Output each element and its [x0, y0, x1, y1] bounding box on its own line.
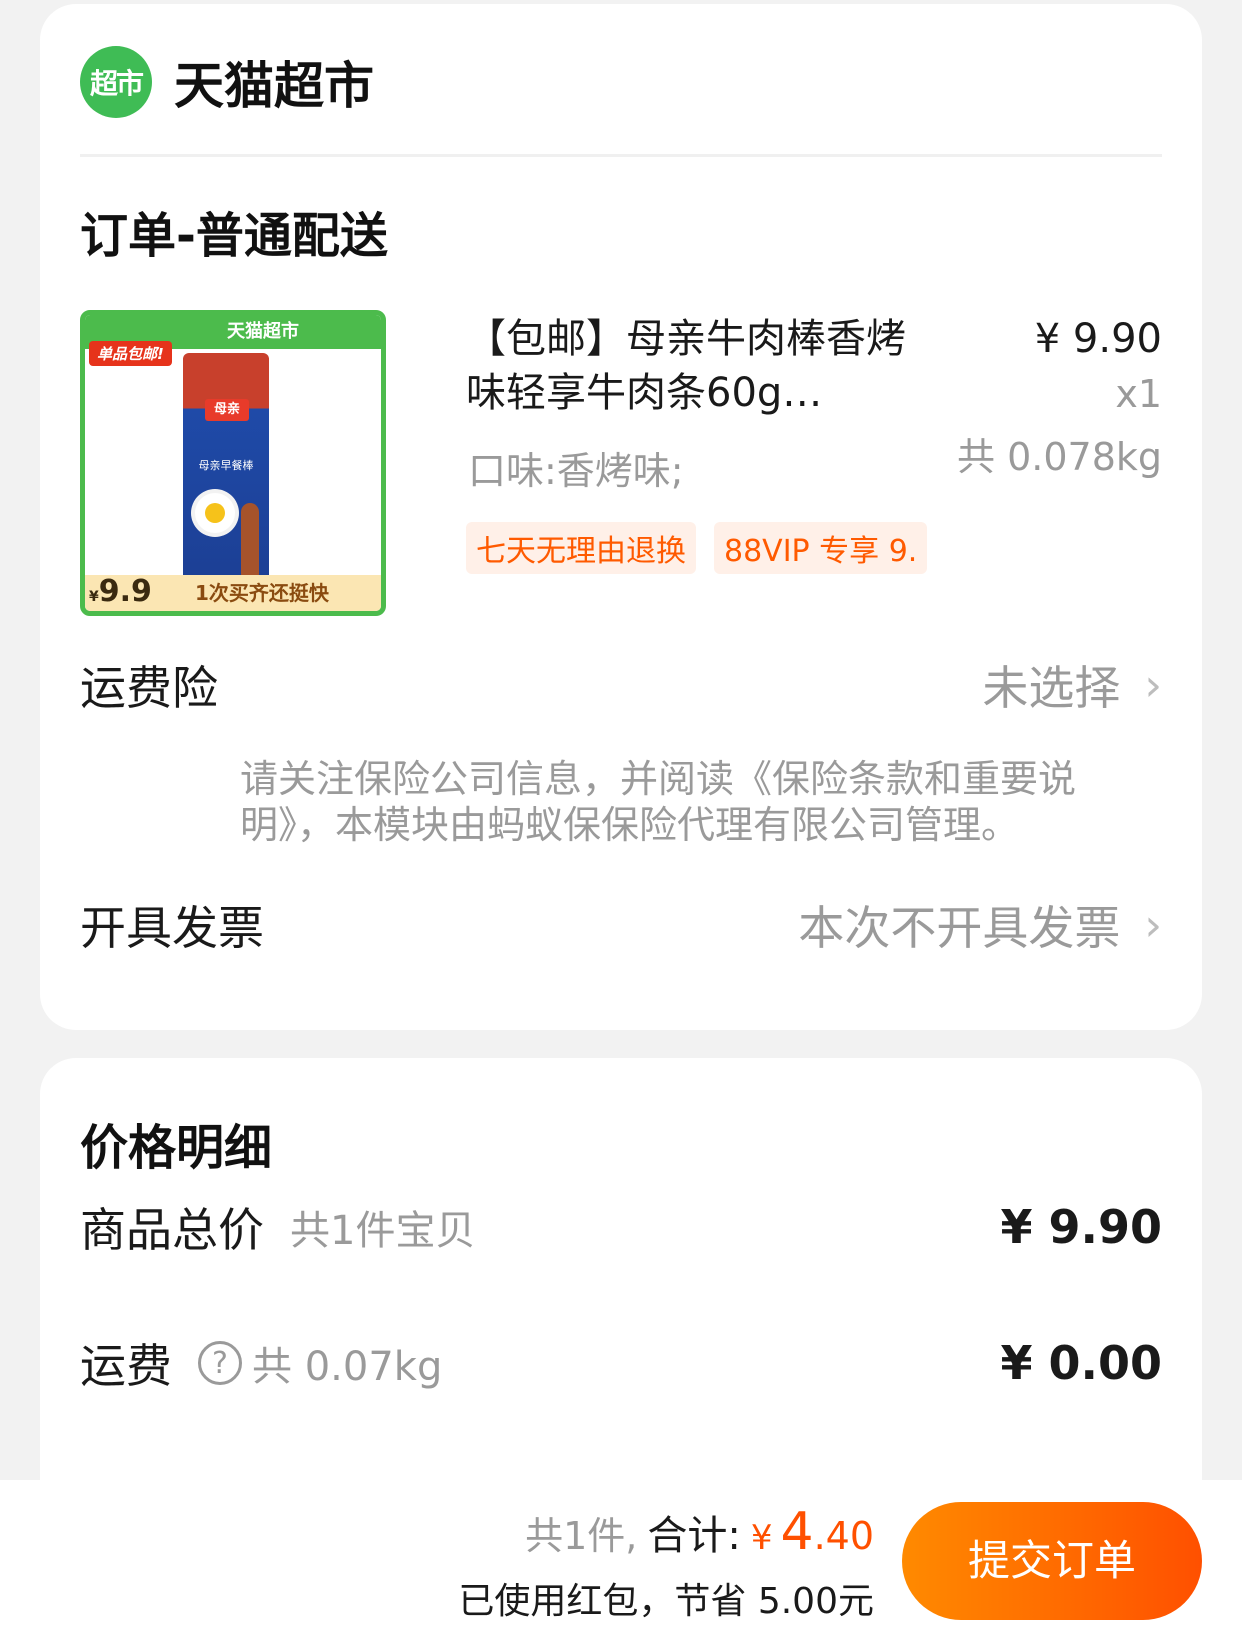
price-detail-title: 价格明细: [80, 1120, 273, 1176]
product-package-text: 母亲早餐棒: [198, 459, 254, 472]
order-card: 超市 天猫超市 订单-普通配送 天猫超市 单品包邮! 母亲 母亲早餐棒 ¥9.9…: [40, 4, 1202, 1030]
product-image-tag: 单品包邮!: [89, 341, 172, 366]
goods-total-amount: ¥ 9.90: [1000, 1200, 1162, 1254]
total-integer: 4: [780, 1502, 814, 1562]
savings-text: 已使用红包，节省 5.00元: [458, 1581, 874, 1622]
invoice-value: 本次不开具发票: [798, 901, 1121, 955]
tag-88vip: 88VIP 专享 9.: [714, 522, 928, 574]
shipping-sub: ? 共 0.07kg: [198, 1334, 442, 1392]
product-brand-logo: 母亲: [205, 399, 249, 421]
product-image-footer: ¥9.9 1次买齐还挺快: [85, 574, 381, 611]
product-quantity: x1: [1115, 372, 1162, 416]
goods-count: 共1件宝贝: [290, 1208, 476, 1254]
item-count: 共1件,: [525, 1514, 638, 1558]
currency-symbol: ¥: [750, 1518, 773, 1558]
product-title[interactable]: 【包邮】母亲牛肉棒香烤味轻享牛肉条60g…: [466, 312, 936, 420]
product-price: ¥ 9.90: [1034, 316, 1162, 362]
sausage-graphic: [241, 503, 259, 583]
total-summary: 共1件, 合计: ¥ 4 .40: [525, 1502, 874, 1562]
product-weight: 共 0.078kg: [957, 435, 1162, 479]
egg-graphic: [195, 493, 235, 533]
store-name: 天猫超市: [174, 57, 374, 115]
insurance-value: 未选择: [982, 661, 1121, 715]
shipping-label: 运费: [80, 1339, 172, 1393]
product-image-price: ¥9.9: [89, 574, 152, 609]
product-image[interactable]: 天猫超市 单品包邮! 母亲 母亲早餐棒 ¥9.9 1次买齐还挺快: [80, 310, 386, 616]
invoice-selector[interactable]: 本次不开具发票 ›: [798, 892, 1162, 958]
insurance-label: 运费险: [80, 661, 218, 715]
goods-total-label: 商品总价: [80, 1203, 264, 1257]
tag-return-policy: 七天无理由退换: [466, 522, 696, 574]
order-title: 订单-普通配送: [80, 208, 388, 264]
product-spec: 口味:香烤味;: [468, 449, 684, 493]
invoice-label: 开具发票: [80, 901, 264, 955]
order-confirm-page: 超市 天猫超市 订单-普通配送 天猫超市 单品包邮! 母亲 母亲早餐棒 ¥9.9…: [0, 0, 1242, 1644]
store-logo: 超市: [80, 46, 152, 118]
chevron-right-icon: ›: [1144, 899, 1162, 951]
checkout-bar: 共1件, 合计: ¥ 4 .40 已使用红包，节省 5.00元 提交订单: [0, 1480, 1242, 1644]
total-decimal: .40: [813, 1514, 874, 1558]
shipping-row: 运费 ? 共 0.07kg ¥ 0.00: [80, 1330, 1162, 1396]
submit-order-button[interactable]: 提交订单: [902, 1502, 1202, 1620]
store-header[interactable]: 超市 天猫超市: [80, 42, 374, 122]
product-image-slogan: 1次买齐还挺快: [195, 581, 329, 605]
product-tags: 七天无理由退换 88VIP 专享 9.: [466, 522, 928, 574]
chevron-right-icon: ›: [1144, 659, 1162, 711]
product-package: 母亲 母亲早餐棒: [183, 353, 269, 585]
insurance-note[interactable]: 请关注保险公司信息，并阅读《保险条款和重要说明》，本模块由蚂蚁保保险代理有限公司…: [240, 756, 1140, 848]
insurance-selector[interactable]: 未选择 ›: [982, 652, 1162, 718]
divider: [80, 154, 1162, 157]
shipping-weight: 共 0.07kg: [252, 1344, 443, 1390]
goods-total-row: 商品总价 共1件宝贝 ¥ 9.90: [80, 1194, 1162, 1260]
question-circle-icon[interactable]: ?: [198, 1341, 242, 1385]
total-label: 合计:: [647, 1513, 741, 1559]
shipping-amount: ¥ 0.00: [1000, 1336, 1162, 1390]
